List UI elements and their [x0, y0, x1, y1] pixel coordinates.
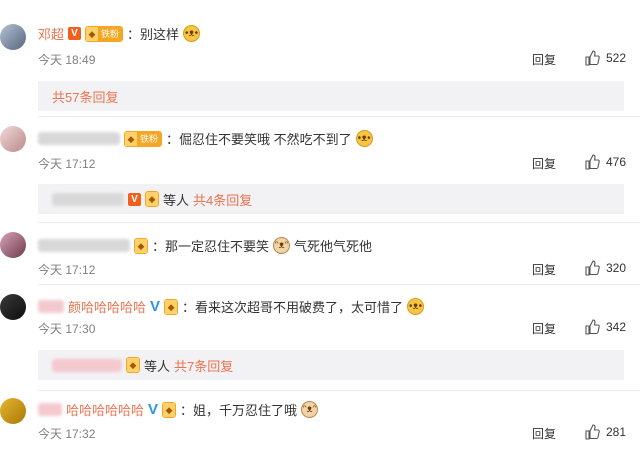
fan-badge-icon: ◆	[163, 402, 176, 417]
comment-item: ◆ ：那一定忍住不要笑 ᵔᴥᵔ 气死他气死他 今天 17:12 回复 320	[0, 224, 640, 280]
comment-item: ◆ 铁粉 ：倔忍住不要笑哦 不然吃不到了 •ᴥ• 今天 17:12 回复 476…	[0, 118, 640, 218]
reply-button[interactable]: 回复	[532, 51, 556, 68]
comment-time: 今天 18:49	[38, 53, 96, 67]
doge-emoji-icon: •ᴥ•	[183, 25, 201, 42]
blurred-username	[38, 239, 130, 252]
thumbs-up-icon	[585, 424, 600, 440]
blurred-replier	[52, 192, 124, 206]
sub-reply-others: 等人	[163, 192, 190, 208]
avatar[interactable]	[0, 294, 26, 320]
comment-item: 邓超 V ◆ 铁粉 ：别这样 •ᴥ• 今天 18:49 回复 522 共57条回…	[0, 0, 640, 111]
like-count: 476	[605, 155, 626, 169]
sub-reply-box[interactable]: ◆ 等人 共7条回复	[38, 350, 624, 380]
reply-button[interactable]: 回复	[532, 425, 556, 442]
fan-badge-icon: ◆	[125, 131, 137, 146]
comment-text: ：姐，千万忍住了哦	[180, 403, 298, 418]
like-count: 522	[605, 51, 626, 65]
sub-reply-others: 等人	[144, 358, 171, 374]
doge-emoji-icon: •ᴥ•	[355, 130, 373, 147]
comment-text-continued: 气死他气死他	[294, 239, 373, 254]
fan-badge-label: 铁粉	[98, 26, 123, 41]
like-count: 281	[605, 425, 626, 439]
username[interactable]: 哈哈哈哈哈哈	[66, 400, 144, 419]
avatar[interactable]	[0, 232, 26, 258]
fan-badge: ◆	[134, 237, 148, 254]
like-count: 320	[605, 261, 626, 275]
sub-reply-count[interactable]: 共4条回复	[193, 190, 252, 209]
fan-badge-icon: ◆	[146, 192, 158, 206]
fan-badge[interactable]: ◆ 铁粉	[85, 25, 124, 42]
reply-button[interactable]: 回复	[532, 261, 556, 278]
username[interactable]: 邓超	[38, 24, 64, 43]
like-button[interactable]: 320	[584, 260, 626, 276]
avatar[interactable]	[0, 24, 26, 50]
comment-text: ：那一定忍住不要笑	[152, 239, 270, 254]
blurred-username	[38, 132, 120, 145]
comment-text: ：看来这次超哥不用破费了，太可惜了	[182, 300, 404, 315]
fan-badge-icon: ◆	[127, 358, 139, 372]
blurred-username	[38, 403, 62, 416]
thumbs-up-icon	[585, 260, 600, 276]
like-button[interactable]: 342	[584, 319, 626, 335]
blurred-replier	[52, 358, 122, 372]
cat-emoji-icon: ᵔᴥᵔ	[301, 401, 319, 418]
verified-orange-icon: V	[68, 27, 82, 40]
fan-badge-label: 铁粉	[137, 131, 162, 146]
like-button[interactable]: 522	[584, 50, 626, 66]
cat-emoji-icon: ᵔᴥᵔ	[273, 237, 291, 254]
comment-time: 今天 17:12	[38, 157, 96, 171]
like-button[interactable]: 476	[584, 154, 626, 170]
divider	[38, 116, 640, 117]
doge-emoji-icon: •ᴥ•	[407, 298, 425, 315]
thumbs-up-icon	[585, 319, 600, 335]
fan-badge-icon: ◆	[165, 299, 178, 314]
sub-reply-box[interactable]: 共57条回复	[38, 81, 624, 111]
thumbs-up-icon	[585, 154, 600, 170]
fan-badge: ◆	[162, 401, 177, 418]
fan-badge: ◆	[145, 191, 159, 207]
comment-text: ：别这样	[127, 27, 180, 42]
comment-list: 邓超 V ◆ 铁粉 ：别这样 •ᴥ• 今天 18:49 回复 522 共57条回…	[0, 0, 640, 458]
avatar[interactable]	[0, 126, 26, 152]
fan-badge: ◆	[126, 357, 140, 373]
thumbs-up-icon	[585, 50, 600, 66]
like-button[interactable]: 281	[584, 424, 626, 440]
sub-reply-box[interactable]: V ◆ 等人 共4条回复	[38, 184, 624, 214]
reply-button[interactable]: 回复	[532, 320, 556, 337]
fan-badge[interactable]: ◆ 铁粉	[124, 130, 163, 147]
sub-reply-count[interactable]: 共7条回复	[174, 356, 233, 375]
fan-badge-icon: ◆	[135, 238, 147, 253]
like-count: 342	[605, 320, 626, 334]
reply-button[interactable]: 回复	[532, 155, 556, 172]
sub-reply-count[interactable]: 共57条回复	[52, 87, 118, 106]
username[interactable]: 颜哈哈哈哈哈	[68, 297, 146, 316]
fan-badge-icon: ◆	[86, 26, 99, 41]
divider	[38, 390, 640, 391]
verified-blue-icon: V	[150, 298, 161, 315]
divider	[38, 284, 640, 285]
comment-item: 哈哈哈哈哈哈 V ◆ ：姐，千万忍住了哦 ᵔᴥᵔ 今天 17:32 回复 281	[0, 392, 640, 458]
blurred-username	[38, 300, 64, 313]
comment-time: 今天 17:30	[38, 322, 96, 336]
divider	[38, 222, 640, 223]
comment-time: 今天 17:12	[38, 263, 96, 277]
verified-blue-icon: V	[148, 401, 159, 418]
verified-orange-icon: V	[128, 192, 141, 206]
comment-text: ：倔忍住不要笑哦 不然吃不到了	[166, 132, 352, 147]
avatar[interactable]	[0, 398, 26, 424]
comment-item: 颜哈哈哈哈哈 V ◆ ：看来这次超哥不用破费了，太可惜了 •ᴥ• 今天 17:3…	[0, 286, 640, 386]
comment-time: 今天 17:32	[38, 427, 96, 441]
fan-badge: ◆	[164, 298, 179, 315]
